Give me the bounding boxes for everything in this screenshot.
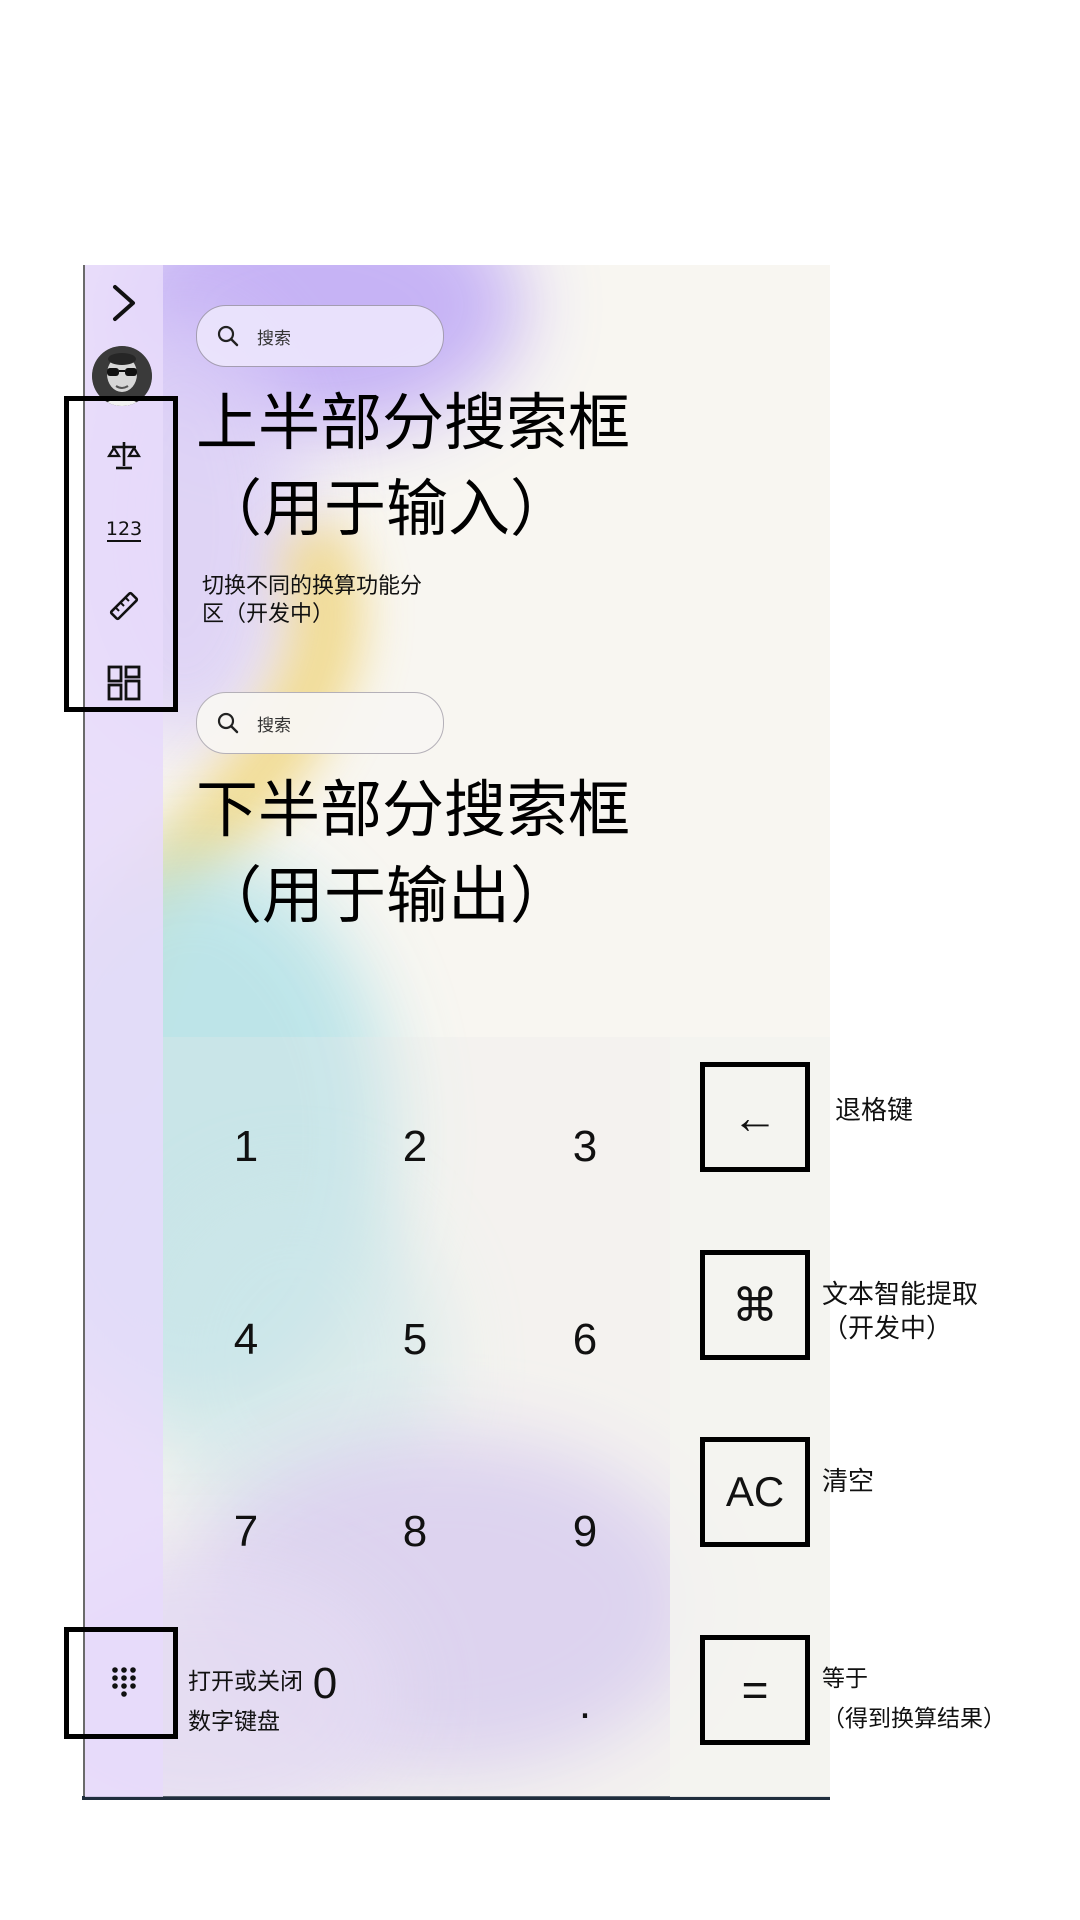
key-2[interactable]: 2 (355, 1087, 475, 1207)
switch-sections-annotation: 切换不同的换算功能分 (202, 574, 423, 599)
equals-annotation: 等于 (822, 1666, 868, 1692)
numpad-toggle-annotation-sub: 数字键盘 (188, 1709, 280, 1735)
key-3[interactable]: 3 (525, 1087, 645, 1207)
key-4[interactable]: 4 (186, 1280, 306, 1400)
key-5[interactable]: 5 (355, 1280, 475, 1400)
numpad-toggle-annotation: 打开或关闭 (188, 1669, 303, 1695)
numpad-toggle-outline (64, 1627, 178, 1739)
key-6[interactable]: 6 (525, 1280, 645, 1400)
smart-extract-button[interactable]: ⌘ (700, 1250, 810, 1360)
upper-search-annotation-sub: （用于输入） (200, 472, 573, 545)
upper-search-box[interactable]: 搜索 (196, 305, 444, 367)
expand-sidebar-button[interactable] (85, 275, 163, 331)
search-icon (217, 712, 239, 734)
key-8[interactable]: 8 (355, 1472, 475, 1592)
chevron-right-icon (113, 285, 135, 321)
equals-annotation-sub: （得到换算结果） (822, 1706, 1006, 1732)
clear-button[interactable]: AC (700, 1437, 810, 1547)
upper-search-placeholder: 搜索 (257, 328, 291, 349)
smart-extract-annotation-sub: （开发中） (822, 1314, 953, 1344)
key-7[interactable]: 7 (186, 1472, 306, 1592)
switch-sections-annotation-sub: 区（开发中） (202, 602, 335, 627)
equals-button[interactable]: = (700, 1635, 810, 1745)
backspace-annotation: 退格键 (835, 1096, 914, 1126)
key-9[interactable]: 9 (525, 1472, 645, 1592)
lower-search-annotation: 下半部分搜索框 (196, 773, 631, 846)
sidebar-sections-outline (64, 396, 178, 712)
key-dot[interactable]: . (525, 1644, 645, 1764)
lower-search-annotation-sub: （用于输出） (200, 859, 573, 932)
smart-extract-annotation: 文本智能提取 (822, 1280, 979, 1310)
search-icon (217, 325, 239, 347)
key-1[interactable]: 1 (186, 1087, 306, 1207)
backspace-button[interactable]: ← (700, 1062, 810, 1172)
clear-annotation: 清空 (822, 1467, 875, 1497)
lower-search-box[interactable]: 搜索 (196, 692, 444, 754)
lower-search-placeholder: 搜索 (257, 715, 291, 736)
upper-search-annotation: 上半部分搜索框 (196, 386, 631, 459)
